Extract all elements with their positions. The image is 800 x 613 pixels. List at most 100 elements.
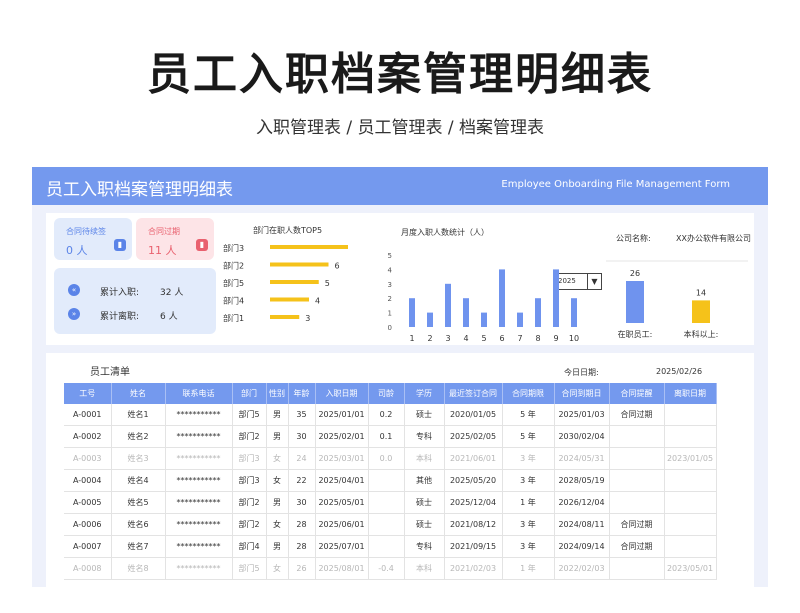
- table-cell: 姓名2: [111, 425, 166, 448]
- table-cell: ***********: [165, 535, 233, 558]
- table-row: A-0008 姓名8 *********** 部门5 女 26 2025/08/01 -0.4…: [64, 557, 717, 580]
- table-cell: [609, 469, 665, 492]
- dept-chart-title: 部门在职人数TOP5: [253, 226, 323, 235]
- dashboard-panel: 合同待续签 0 人 ▮ 合同过期 11 人 ▮ « 累计入职: 32 人 » 累…: [46, 213, 754, 345]
- table-row: A-0001 姓名1 *********** 部门5 男 35 2025/01/01 0.2 硕…: [64, 404, 717, 426]
- table-cell: 专科: [404, 535, 445, 558]
- table-cell: 2024/05/31: [554, 447, 610, 470]
- column-header: 学历: [404, 383, 445, 404]
- table-cell: 2025/07/01: [315, 535, 369, 558]
- table-header-row: 工号 姓名 联系电话 部门 性别 年龄 入职日期 司龄 学历 最近签订合同 合同期限 合同到期日 合同提…: [64, 383, 717, 404]
- table-cell: 姓名5: [111, 491, 166, 514]
- table-cell: A-0006: [64, 513, 112, 536]
- table-cell: 5 年: [502, 425, 555, 448]
- table-cell: A-0004: [64, 469, 112, 492]
- chart-icon: ▮: [196, 239, 208, 251]
- chevron-down-icon[interactable]: ▼: [587, 274, 601, 289]
- column-header: 最近签订合同: [444, 383, 503, 404]
- table-row: A-0007 姓名7 *********** 部门4 男 28 2025/07/01 专科 20…: [64, 535, 717, 558]
- card-label: 合同待续签: [66, 227, 106, 236]
- table-cell: 3 年: [502, 513, 555, 536]
- month-x-tick: 1: [409, 334, 414, 343]
- table-cell: 2025/02/05: [444, 425, 503, 448]
- month-x-tick: 4: [463, 334, 468, 343]
- total-onboard-label: 累计入职:: [100, 288, 140, 298]
- column-header: 工号: [64, 383, 112, 404]
- total-leave-value: 6 人: [160, 312, 178, 322]
- table-cell: [609, 491, 665, 514]
- table-row: A-0003 姓名3 *********** 部门3 女 24 2025/03/01 0.0 本…: [64, 447, 717, 470]
- banner-title: 员工入职档案管理明细表: [46, 180, 233, 200]
- double-right-icon: »: [68, 308, 80, 320]
- table-cell: 部门3: [232, 447, 267, 470]
- column-header: 司龄: [368, 383, 405, 404]
- employee-table: 工号 姓名 联系电话 部门 性别 年龄 入职日期 司龄 学历 最近签订合同 合同期限 合同到期日 合同提…: [64, 383, 717, 580]
- table-cell: ***********: [165, 557, 233, 580]
- table-cell: 男: [266, 491, 289, 514]
- month-y-tick: 1: [388, 310, 392, 318]
- table-cell: 部门2: [232, 491, 267, 514]
- table-cell: 女: [266, 447, 289, 470]
- double-left-icon: «: [68, 284, 80, 296]
- dept-category-label: 部门5: [223, 278, 244, 288]
- dept-value-label: 3: [305, 314, 310, 323]
- table-cell: 2022/02/03: [554, 557, 610, 580]
- month-x-tick: 7: [517, 334, 522, 343]
- stat-category-label: 本科以上:: [684, 329, 719, 339]
- table-cell: [664, 513, 717, 536]
- table-cell: 部门5: [232, 557, 267, 580]
- dept-value-label: 5: [325, 279, 330, 288]
- table-cell: 0.2: [368, 404, 405, 426]
- month-x-tick: 3: [445, 334, 450, 343]
- month-bar: [499, 269, 505, 327]
- table-cell: 2025/12/04: [444, 491, 503, 514]
- table-cell: 5 年: [502, 404, 555, 426]
- month-y-tick: 0: [388, 324, 392, 332]
- dept-value-label: 6: [335, 262, 340, 271]
- table-cell: 女: [266, 557, 289, 580]
- month-x-tick: 5: [481, 334, 486, 343]
- table-cell: 0.0: [368, 447, 405, 470]
- table-cell: 2023/05/01: [664, 557, 717, 580]
- column-header: 离职日期: [664, 383, 717, 404]
- month-bar: [463, 298, 469, 327]
- table-cell: [609, 425, 665, 448]
- table-cell: 1 年: [502, 491, 555, 514]
- table-cell: A-0007: [64, 535, 112, 558]
- table-cell: ***********: [165, 491, 233, 514]
- employee-list-title: 员工清单: [90, 367, 130, 378]
- monthly-onboard-chart: 012345123456789101112: [388, 252, 580, 343]
- month-x-tick: 8: [535, 334, 540, 343]
- table-cell: 姓名6: [111, 513, 166, 536]
- table-cell: 女: [266, 513, 289, 536]
- table-cell: 部门2: [232, 513, 267, 536]
- table-cell: 2026/12/04: [554, 491, 610, 514]
- table-cell: A-0002: [64, 425, 112, 448]
- table-cell: 女: [266, 469, 289, 492]
- table-cell: 2023/01/05: [664, 447, 717, 470]
- stat-bar: [626, 281, 644, 323]
- sheet-banner: 员工入职档案管理明细表 Employee Onboarding File Man…: [32, 167, 768, 205]
- dept-category-label: 部门2: [223, 261, 244, 271]
- table-cell: 2025/01/01: [315, 404, 369, 426]
- table-cell: 男: [266, 535, 289, 558]
- page-subtitle: 入职管理表 / 员工管理表 / 档案管理表: [255, 118, 545, 138]
- table-cell: [368, 535, 405, 558]
- table-cell: [664, 535, 717, 558]
- month-x-tick: 2: [427, 334, 432, 343]
- column-header: 姓名: [111, 383, 166, 404]
- month-y-tick: 4: [388, 266, 393, 274]
- table-cell: [609, 447, 665, 470]
- table-cell: A-0005: [64, 491, 112, 514]
- table-cell: [368, 469, 405, 492]
- table-cell: A-0008: [64, 557, 112, 580]
- total-onboard-value: 32 人: [160, 288, 184, 298]
- table-cell: 2024/08/11: [554, 513, 610, 536]
- dept-bar: [270, 315, 300, 319]
- monthly-chart-title: 月度入职人数统计（人）: [401, 228, 489, 237]
- today-date-value: 2025/02/26: [656, 367, 703, 376]
- table-cell: 2025/05/01: [315, 491, 369, 514]
- table-cell: ***********: [165, 513, 233, 536]
- table-cell: 3 年: [502, 469, 555, 492]
- card-contract-expired: 合同过期 11 人 ▮: [136, 218, 214, 260]
